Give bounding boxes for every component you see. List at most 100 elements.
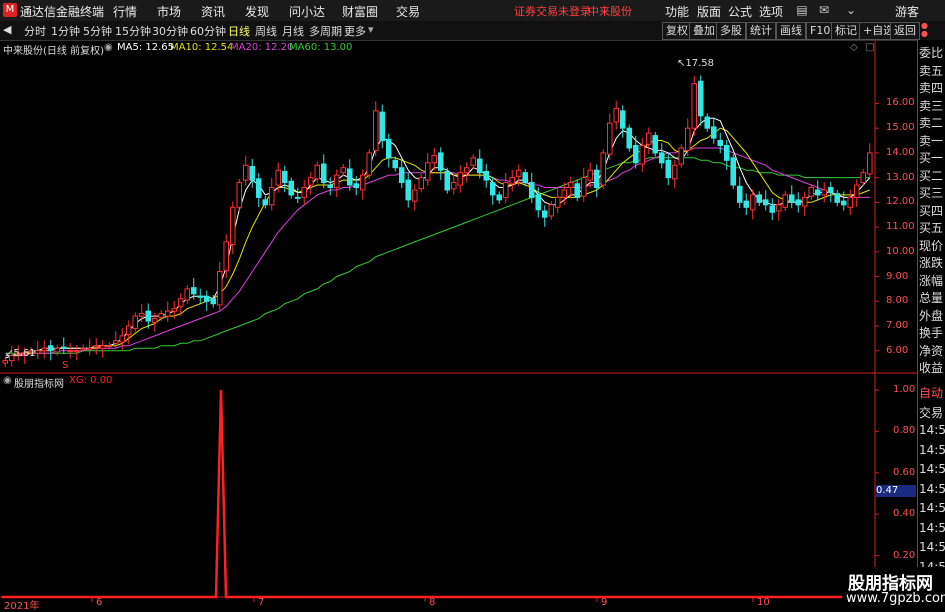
menu-formula[interactable]: 公式 — [728, 3, 752, 20]
mark-button[interactable]: 标记 — [831, 22, 861, 40]
candle — [67, 350, 74, 353]
tab-multi-period[interactable]: 多周期 — [309, 23, 342, 39]
candle — [723, 144, 730, 161]
tab-60min[interactable]: 60分钟 — [190, 23, 226, 39]
tab-weekly[interactable]: 周线 — [255, 23, 277, 39]
menu-market[interactable]: 市场 — [157, 3, 181, 20]
candle — [587, 169, 594, 181]
statistics-button[interactable]: 统计 — [746, 22, 776, 40]
candle — [743, 200, 750, 208]
signal-marker: S — [62, 360, 69, 371]
chevron-down-icon[interactable]: ▾ — [368, 23, 374, 36]
draw-line-button[interactable]: 画线 — [776, 22, 806, 40]
menu-trade[interactable]: 交易 — [396, 3, 420, 20]
current-stock-name: 中来股份 — [588, 5, 632, 18]
side-panel-item[interactable]: 卖三 — [919, 97, 945, 114]
candle — [613, 107, 620, 123]
candle — [138, 313, 145, 317]
tab-intraday[interactable]: 分时 — [24, 23, 46, 39]
side-panel-item[interactable]: 收益 — [919, 359, 945, 376]
side-panel-item[interactable]: 涨跌 — [919, 254, 945, 271]
candle — [34, 350, 41, 354]
price-tick-label: 10.00 — [886, 245, 915, 257]
menu-options[interactable]: 选项 — [759, 3, 783, 20]
side-panel-item[interactable]: 总量 — [919, 289, 945, 306]
candle — [749, 194, 756, 211]
tab-5min[interactable]: 5分钟 — [83, 23, 112, 39]
candle — [424, 162, 431, 181]
side-panel-item[interactable]: 买五 — [919, 219, 945, 236]
menu-wealth[interactable]: 财富圈 — [342, 3, 378, 20]
user-label[interactable]: 游客 — [895, 3, 919, 20]
side-panel-item[interactable]: 净资 — [919, 342, 945, 359]
side-panel-time: 14:56 — [919, 520, 945, 535]
candle — [450, 182, 457, 190]
x-tick-oct: 10 — [757, 597, 770, 608]
candle — [808, 187, 815, 197]
candle — [554, 196, 561, 208]
candle — [665, 159, 672, 179]
menu-quotes[interactable]: 行情 — [113, 3, 137, 20]
candle — [366, 152, 373, 176]
side-panel-item[interactable]: 买一 — [919, 149, 945, 166]
candle — [223, 241, 230, 271]
login-status[interactable]: 证券交易未登录 — [514, 3, 591, 19]
indicator-settings-icon[interactable]: ◉ — [3, 375, 12, 386]
multi-stock-button[interactable]: 多股 — [716, 22, 746, 40]
side-panel-item[interactable]: 买二 — [919, 167, 945, 184]
side-panel-item[interactable]: 现价 — [919, 237, 945, 254]
candle — [821, 189, 828, 196]
menu-ask[interactable]: 问小达 — [289, 3, 325, 20]
mail-icon[interactable]: ✉ — [816, 2, 832, 18]
candle — [294, 196, 301, 199]
candle — [535, 194, 542, 211]
candle — [164, 310, 171, 317]
side-panel-item[interactable]: 委比 — [919, 44, 945, 61]
watermark-url: www.7gpzb.com — [846, 591, 945, 606]
candle — [60, 346, 67, 349]
chevron-down-icon[interactable]: ⌄ — [843, 2, 859, 18]
candle — [229, 206, 236, 245]
tab-1min[interactable]: 1分钟 — [51, 23, 80, 39]
side-panel-item[interactable]: 卖二 — [919, 114, 945, 131]
side-panel-item[interactable]: 卖四 — [919, 79, 945, 96]
side-panel-item[interactable]: 买三 — [919, 184, 945, 201]
indicator-tick-label: 0.40 — [893, 508, 916, 520]
side-panel-time: 交易 — [919, 405, 944, 420]
side-panel-item[interactable]: 卖一 — [919, 132, 945, 149]
indicator-value: XG: 0.00 — [69, 375, 113, 386]
tab-monthly[interactable]: 月线 — [282, 23, 304, 39]
side-panel-item[interactable]: 外盘 — [919, 307, 945, 324]
tab-30min[interactable]: 30分钟 — [152, 23, 188, 39]
tab-more[interactable]: 更多 — [344, 23, 366, 39]
indicator-name[interactable]: 股朋指标网 — [14, 375, 64, 390]
back-button[interactable]: 返回 — [890, 22, 920, 40]
side-panel-item[interactable]: 涨幅 — [919, 272, 945, 289]
candle — [47, 345, 54, 352]
candle — [255, 178, 262, 198]
kline-chart[interactable] — [0, 40, 918, 609]
tab-15min[interactable]: 15分钟 — [115, 23, 151, 39]
candle — [775, 204, 782, 212]
candle — [327, 184, 334, 189]
candle — [827, 187, 834, 193]
back-icon[interactable]: ◀ — [3, 23, 11, 36]
price-tick-label: 9.00 — [886, 270, 909, 282]
side-panel-item[interactable]: 换手 — [919, 324, 945, 341]
shirt-icon[interactable]: ▤ — [794, 2, 810, 18]
candle — [242, 164, 249, 181]
tab-daily[interactable]: 日线 — [228, 23, 250, 39]
candle — [418, 177, 425, 190]
candle — [275, 169, 282, 186]
menu-function[interactable]: 功能 — [665, 3, 689, 20]
adjust-button[interactable]: 复权 — [662, 22, 692, 40]
overlay-button[interactable]: 叠加 — [689, 22, 719, 40]
menu-layout[interactable]: 版面 — [697, 3, 721, 20]
side-panel-item[interactable]: 卖五 — [919, 62, 945, 79]
candle — [268, 187, 275, 206]
candle — [606, 122, 613, 155]
menu-discover[interactable]: 发现 — [245, 3, 269, 20]
side-panel-item[interactable]: 买四 — [919, 202, 945, 219]
indicator-tick-label: 1.00 — [893, 384, 916, 395]
menu-news[interactable]: 资讯 — [201, 3, 225, 20]
